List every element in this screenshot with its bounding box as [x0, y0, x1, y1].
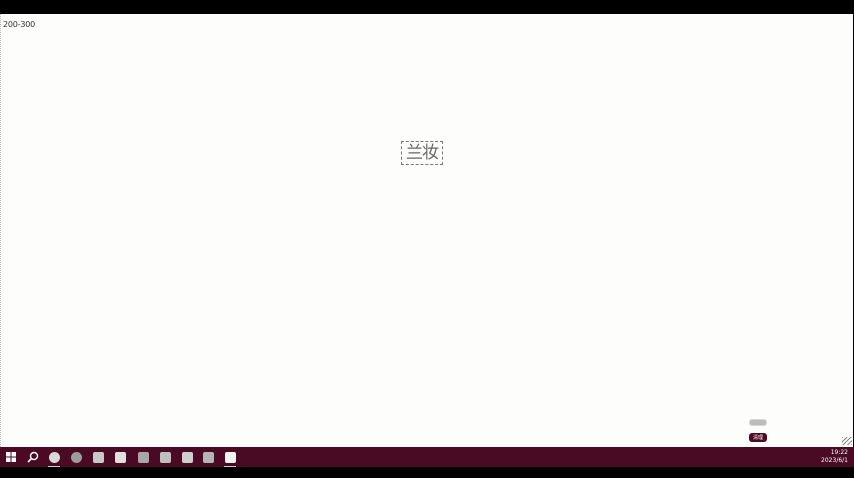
resize-handle-icon[interactable]	[842, 437, 852, 445]
system-clock[interactable]: 19:22 2023/6/1	[821, 449, 848, 465]
floating-toolbar-pill[interactable]	[749, 419, 767, 426]
taskbar-app-edge[interactable]	[45, 449, 63, 467]
chrome-icon	[70, 451, 82, 463]
clean-button[interactable]: 清理	[749, 433, 767, 442]
edge-icon	[48, 451, 60, 463]
taskbar-app-code[interactable]	[156, 449, 174, 465]
selected-text: 兰妆	[406, 142, 439, 163]
taskbar: 19:22 2023/6/1	[0, 447, 854, 467]
drawing-canvas[interactable]: 200-300 兰妆 清理	[0, 14, 853, 447]
settings-icon	[92, 451, 104, 463]
taskbar-app-media[interactable]	[134, 449, 152, 465]
taskbar-app-keyboard[interactable]	[178, 449, 196, 465]
windows-icon	[6, 452, 16, 462]
film-icon	[137, 451, 149, 463]
tools-icon	[202, 451, 214, 463]
taskbar-app-tools[interactable]	[199, 449, 217, 465]
taskbar-app-text[interactable]	[221, 449, 239, 467]
search-icon	[27, 451, 39, 463]
top-black-bar	[0, 0, 854, 14]
code-icon	[159, 451, 171, 463]
start-button[interactable]	[2, 449, 20, 465]
taskbar-app-chrome[interactable]	[67, 449, 85, 465]
clock-date: 2023/6/1	[821, 457, 848, 464]
taskbar-app-settings[interactable]	[89, 449, 107, 465]
text-selection-box[interactable]: 兰妆	[401, 141, 443, 165]
text-icon	[224, 451, 236, 463]
bottom-black-bar	[0, 467, 854, 478]
taskbar-app-files[interactable]	[111, 449, 129, 465]
clock-time: 19:22	[830, 449, 848, 456]
coordinate-readout: 200-300	[3, 20, 36, 29]
search-button[interactable]	[24, 449, 42, 465]
file-icon	[114, 451, 126, 463]
keyboard-icon	[181, 451, 193, 463]
